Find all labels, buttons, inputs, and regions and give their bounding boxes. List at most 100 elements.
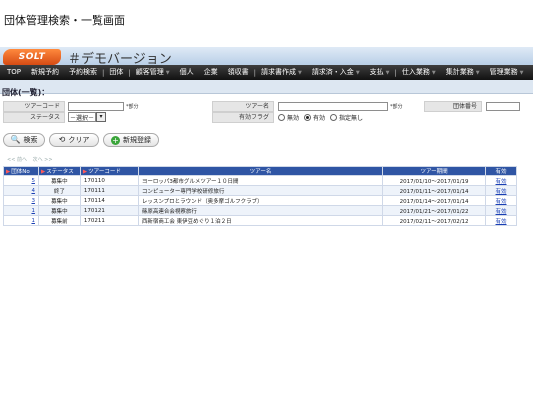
pager-prev[interactable]: << 前へ (7, 157, 27, 163)
col-group-no[interactable]: ▶団体No (3, 166, 39, 176)
new-register-button[interactable]: + 新規登録 (103, 133, 159, 147)
menu-item[interactable]: 請求書作成 ▼ (256, 65, 307, 80)
pager: << 前へ 次へ >> (7, 156, 53, 163)
cell-tour-code: 170121 (79, 205, 139, 216)
cell-status: 募集前 (37, 215, 81, 226)
plus-icon: + (111, 135, 120, 145)
tour-code-input[interactable] (68, 102, 124, 111)
menu-item[interactable]: 支払 ▼ (365, 65, 395, 80)
clear-button[interactable]: ⟲ クリア (49, 133, 99, 147)
table-row: 1 募集中 170121 篠原高連合会視察旅行 2017/01/21～2017/01/2… (3, 205, 517, 216)
valid-flag-label: 有効フラグ (212, 112, 274, 123)
cell-tour-period: 2017/01/14～2017/01/14 (382, 195, 487, 206)
menu-item[interactable]: 請求済・入金 ▼ (307, 65, 365, 80)
cell-valid-link[interactable]: 有効 (496, 219, 507, 225)
cell-group-no-link[interactable]: 4 (31, 188, 35, 194)
tour-code-label: ツアーコード (3, 101, 65, 112)
cell-group-no[interactable]: 3 (3, 195, 39, 206)
caret-down-icon: ▼ (297, 69, 302, 76)
menu-item-label: 集計業務 (445, 67, 474, 76)
menu-item[interactable]: 予約検索 (64, 65, 102, 80)
search-icon: 🔍 (10, 135, 21, 144)
cell-valid[interactable]: 有効 (485, 215, 517, 226)
cell-group-no[interactable]: 1 (3, 215, 39, 226)
valid-flag-radio-group: 無効 有効 指定無し (278, 113, 363, 122)
col-tour-code[interactable]: ▶ツアーコード (79, 166, 139, 176)
col-group-no-label: 団体No (11, 169, 30, 175)
cell-status: 募集中 (37, 205, 81, 216)
sort-icon: ▶ (82, 169, 88, 175)
cell-tour-period: 2017/01/21～2017/01/22 (382, 205, 487, 216)
tour-code-note: *部分 (126, 104, 139, 110)
results-table: ▶団体No ▶ステータス ▶ツアーコード ツアー名 ツアー期間 有効 5 募集中 1… (3, 166, 517, 226)
menu-item-label: 支払 (369, 67, 384, 76)
search-button[interactable]: 🔍 検索 (3, 133, 45, 147)
cell-valid[interactable]: 有効 (485, 185, 517, 196)
table-row: 4 終了 170111 コンピューター専門学校研修旅行 2017/01/11～2017/… (3, 185, 517, 196)
col-tour-period: ツアー期間 (382, 166, 487, 176)
menu-item-label: 団体 (109, 68, 124, 76)
cell-tour-period: 2017/01/11～2017/01/14 (382, 185, 487, 196)
menu-item-label: 管理業務 (489, 67, 518, 76)
cell-status: 募集中 (37, 175, 81, 186)
group-number-label: 団体番号 (424, 101, 482, 112)
menu-item[interactable]: 領収書 (223, 65, 254, 80)
menu-item[interactable]: TOP (2, 65, 26, 80)
menu-item[interactable]: 新規予約 (26, 65, 64, 80)
radio-unspecified[interactable] (330, 114, 338, 121)
menu-item-label: 領収書 (227, 68, 249, 76)
menu-item[interactable]: 個人 (175, 65, 199, 80)
group-number-input[interactable] (486, 102, 520, 111)
cell-tour-name: コンピューター専門学校研修旅行 (137, 185, 384, 196)
table-row: 3 募集中 170114 レッスンプロとラウンド（奥多摩ゴルフクラブ） 2017/01/… (3, 195, 517, 206)
menu-item[interactable]: 管理業務 ▼ (485, 65, 529, 80)
col-status[interactable]: ▶ステータス (37, 166, 81, 176)
caret-down-icon: ▼ (431, 69, 436, 76)
cell-valid-link[interactable]: 有効 (496, 199, 507, 205)
cell-valid-link[interactable]: 有効 (496, 209, 507, 215)
cell-group-no-link[interactable]: 1 (31, 218, 35, 224)
cell-tour-name: 西新宿商工会 東伊豆めぐり１泊２日 (137, 215, 384, 226)
cell-group-no-link[interactable]: 3 (31, 198, 35, 204)
radio-invalid[interactable] (278, 114, 285, 121)
menu-item-label: 顧客管理 (135, 67, 164, 76)
cell-valid[interactable]: 有効 (485, 195, 517, 206)
radio-unspecified-label: 指定無し (339, 115, 364, 122)
cell-tour-period: 2017/02/11～2017/02/12 (382, 215, 487, 226)
menu-item[interactable]: 集計業務 ▼ (441, 65, 485, 80)
cell-valid[interactable]: 有効 (485, 175, 517, 186)
menu-item-label: 請求済・入金 (311, 67, 354, 76)
cell-group-no-link[interactable]: 1 (31, 208, 35, 214)
caret-down-icon: ▼ (519, 69, 524, 76)
cell-tour-code: 170111 (79, 185, 139, 196)
col-valid: 有効 (485, 166, 517, 176)
menu-item[interactable]: 企業 (199, 65, 223, 80)
cell-valid[interactable]: 有効 (485, 205, 517, 216)
sort-icon: ▶ (40, 169, 46, 175)
tour-name-label: ツアー名 (212, 101, 274, 112)
new-register-button-label: 新規登録 (123, 136, 151, 144)
pager-next[interactable]: 次へ >> (33, 157, 53, 163)
cell-group-no[interactable]: 4 (3, 185, 39, 196)
cell-group-no[interactable]: 5 (3, 175, 39, 186)
app-logo[interactable]: SOLT (3, 49, 61, 65)
cell-valid-link[interactable]: 有効 (496, 179, 507, 185)
chevron-down-icon[interactable]: ▾ (96, 112, 106, 122)
menu-item[interactable]: 仕入業務 ▼ (397, 65, 441, 80)
cell-tour-period: 2017/01/10～2017/01/19 (382, 175, 487, 186)
cell-valid-link[interactable]: 有効 (496, 189, 507, 195)
undo-icon: ⟲ (58, 135, 66, 144)
tour-name-input[interactable] (278, 102, 388, 111)
radio-invalid-label: 無効 (287, 115, 300, 122)
table-row: 5 募集中 170110 ヨーロッパ3都市グルメツアー１０日間 2017/01/10～2… (3, 175, 517, 186)
radio-valid[interactable] (304, 114, 312, 121)
status-selected-value: －選択－ (70, 114, 95, 122)
cell-group-no-link[interactable]: 5 (31, 178, 35, 184)
status-select[interactable]: －選択－ (68, 112, 96, 122)
caret-down-icon: ▼ (475, 69, 480, 76)
menu-item[interactable]: 顧客管理 ▼ (131, 65, 175, 80)
menu-item[interactable]: 団体 (104, 65, 128, 80)
sort-icon: ▶ (6, 169, 11, 175)
cell-group-no[interactable]: 1 (3, 205, 39, 216)
menu-item-label: 仕入業務 (401, 67, 430, 76)
